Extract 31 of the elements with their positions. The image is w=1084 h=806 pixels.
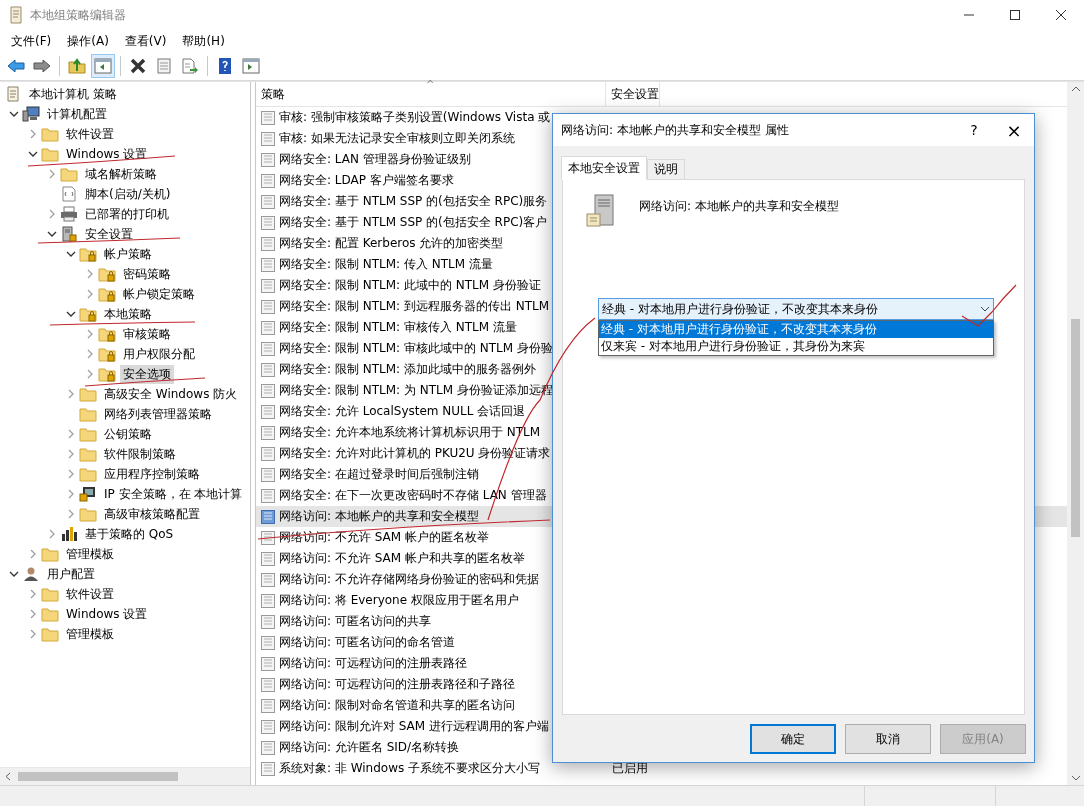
policy-heading: 网络访问: 本地帐户的共享和安全模型 bbox=[639, 198, 839, 215]
policy-name: 审核: 强制审核策略子类别设置(Windows Vista 或 bbox=[279, 109, 551, 126]
policy-name: 网络安全: 限制 NTLM: 到远程服务器的传出 NTLM bbox=[279, 298, 550, 315]
policy-name: 网络访问: 允许匿名 SID/名称转换 bbox=[279, 739, 460, 756]
policy-name: 网络访问: 不允许 SAM 帐户和共享的匿名枚举 bbox=[279, 550, 525, 567]
policy-name: 网络访问: 不允许存储网络身份验证的密码和凭据 bbox=[279, 571, 539, 588]
policy-name: 系统对象: 非 Windows 子系统不要求区分大小写 bbox=[279, 760, 541, 777]
policy-name: 网络访问: 限制对命名管道和共享的匿名访问 bbox=[279, 697, 515, 714]
policy-name: 网络访问: 将 Everyone 权限应用于匿名用户 bbox=[279, 592, 519, 609]
dialog-title: 网络访问: 本地帐户的共享和安全模型 属性 bbox=[561, 121, 790, 139]
policy-name: 网络安全: LAN 管理器身份验证级别 bbox=[279, 151, 471, 168]
policy-name: 网络安全: LDAP 客户端签名要求 bbox=[279, 172, 454, 189]
policy-name: 网络安全: 限制 NTLM: 传入 NTLM 流量 bbox=[279, 256, 493, 273]
policy-name: 网络安全: 限制 NTLM: 添加此域中的服务器例外 bbox=[279, 361, 536, 378]
policy-name: 网络安全: 允许 LocalSystem NULL 会话回退 bbox=[279, 403, 526, 420]
policy-name: 网络访问: 可远程访问的注册表路径 bbox=[279, 655, 467, 672]
policy-name: 网络访问: 可远程访问的注册表路径和子路径 bbox=[279, 676, 515, 693]
policy-name: 审核: 如果无法记录安全审核则立即关闭系统 bbox=[279, 130, 515, 147]
policy-name: 网络访问: 限制允许对 SAM 进行远程调用的客户端 bbox=[279, 718, 549, 735]
policy-name: 网络访问: 本地帐户的共享和安全模型 bbox=[279, 508, 479, 525]
policy-name: 网络安全: 基于 NTLM SSP 的(包括安全 RPC)客户 bbox=[279, 214, 548, 231]
sort-indicator: ^ bbox=[426, 79, 435, 90]
policy-name: 网络访问: 可匿名访问的共享 bbox=[279, 613, 431, 630]
policy-name: 网络安全: 限制 NTLM: 审核传入 NTLM 流量 bbox=[279, 319, 517, 336]
policy-name: 网络安全: 限制 NTLM: 审核此域中的 NTLM 身份验 bbox=[279, 340, 553, 357]
policy-name: 网络访问: 可匿名访问的命名管道 bbox=[279, 634, 455, 651]
policy-name: 网络安全: 在超过登录时间后强制注销 bbox=[279, 466, 479, 483]
policy-name: 网络安全: 限制 NTLM: 此域中的 NTLM 身份验证 bbox=[279, 277, 541, 294]
policy-name: 网络安全: 基于 NTLM SSP 的(包括安全 RPC)服务 bbox=[279, 193, 548, 210]
policy-name: 网络安全: 配置 Kerberos 允许的加密类型 bbox=[279, 235, 504, 252]
window-title: 本地组策略编辑器 bbox=[30, 6, 127, 24]
